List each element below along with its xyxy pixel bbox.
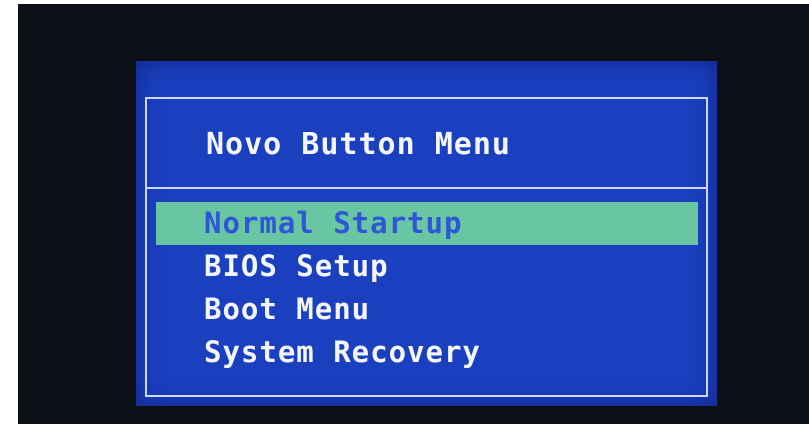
menu-item-system-recovery[interactable]: System Recovery [156, 331, 698, 374]
monitor-screen: Novo Button Menu Normal Startup BIOS Set… [18, 4, 809, 424]
menu-item-bios-setup[interactable]: BIOS Setup [156, 245, 698, 288]
menu-item-boot-menu[interactable]: Boot Menu [156, 288, 698, 331]
photo-frame: Novo Button Menu Normal Startup BIOS Set… [0, 0, 809, 424]
title-divider [145, 187, 708, 189]
bios-menu-panel: Novo Button Menu Normal Startup BIOS Set… [136, 61, 717, 406]
menu-title: Novo Button Menu [206, 127, 511, 162]
menu-item-normal-startup[interactable]: Normal Startup [156, 202, 698, 245]
menu-list: Normal Startup BIOS Setup Boot Menu Syst… [156, 202, 698, 374]
